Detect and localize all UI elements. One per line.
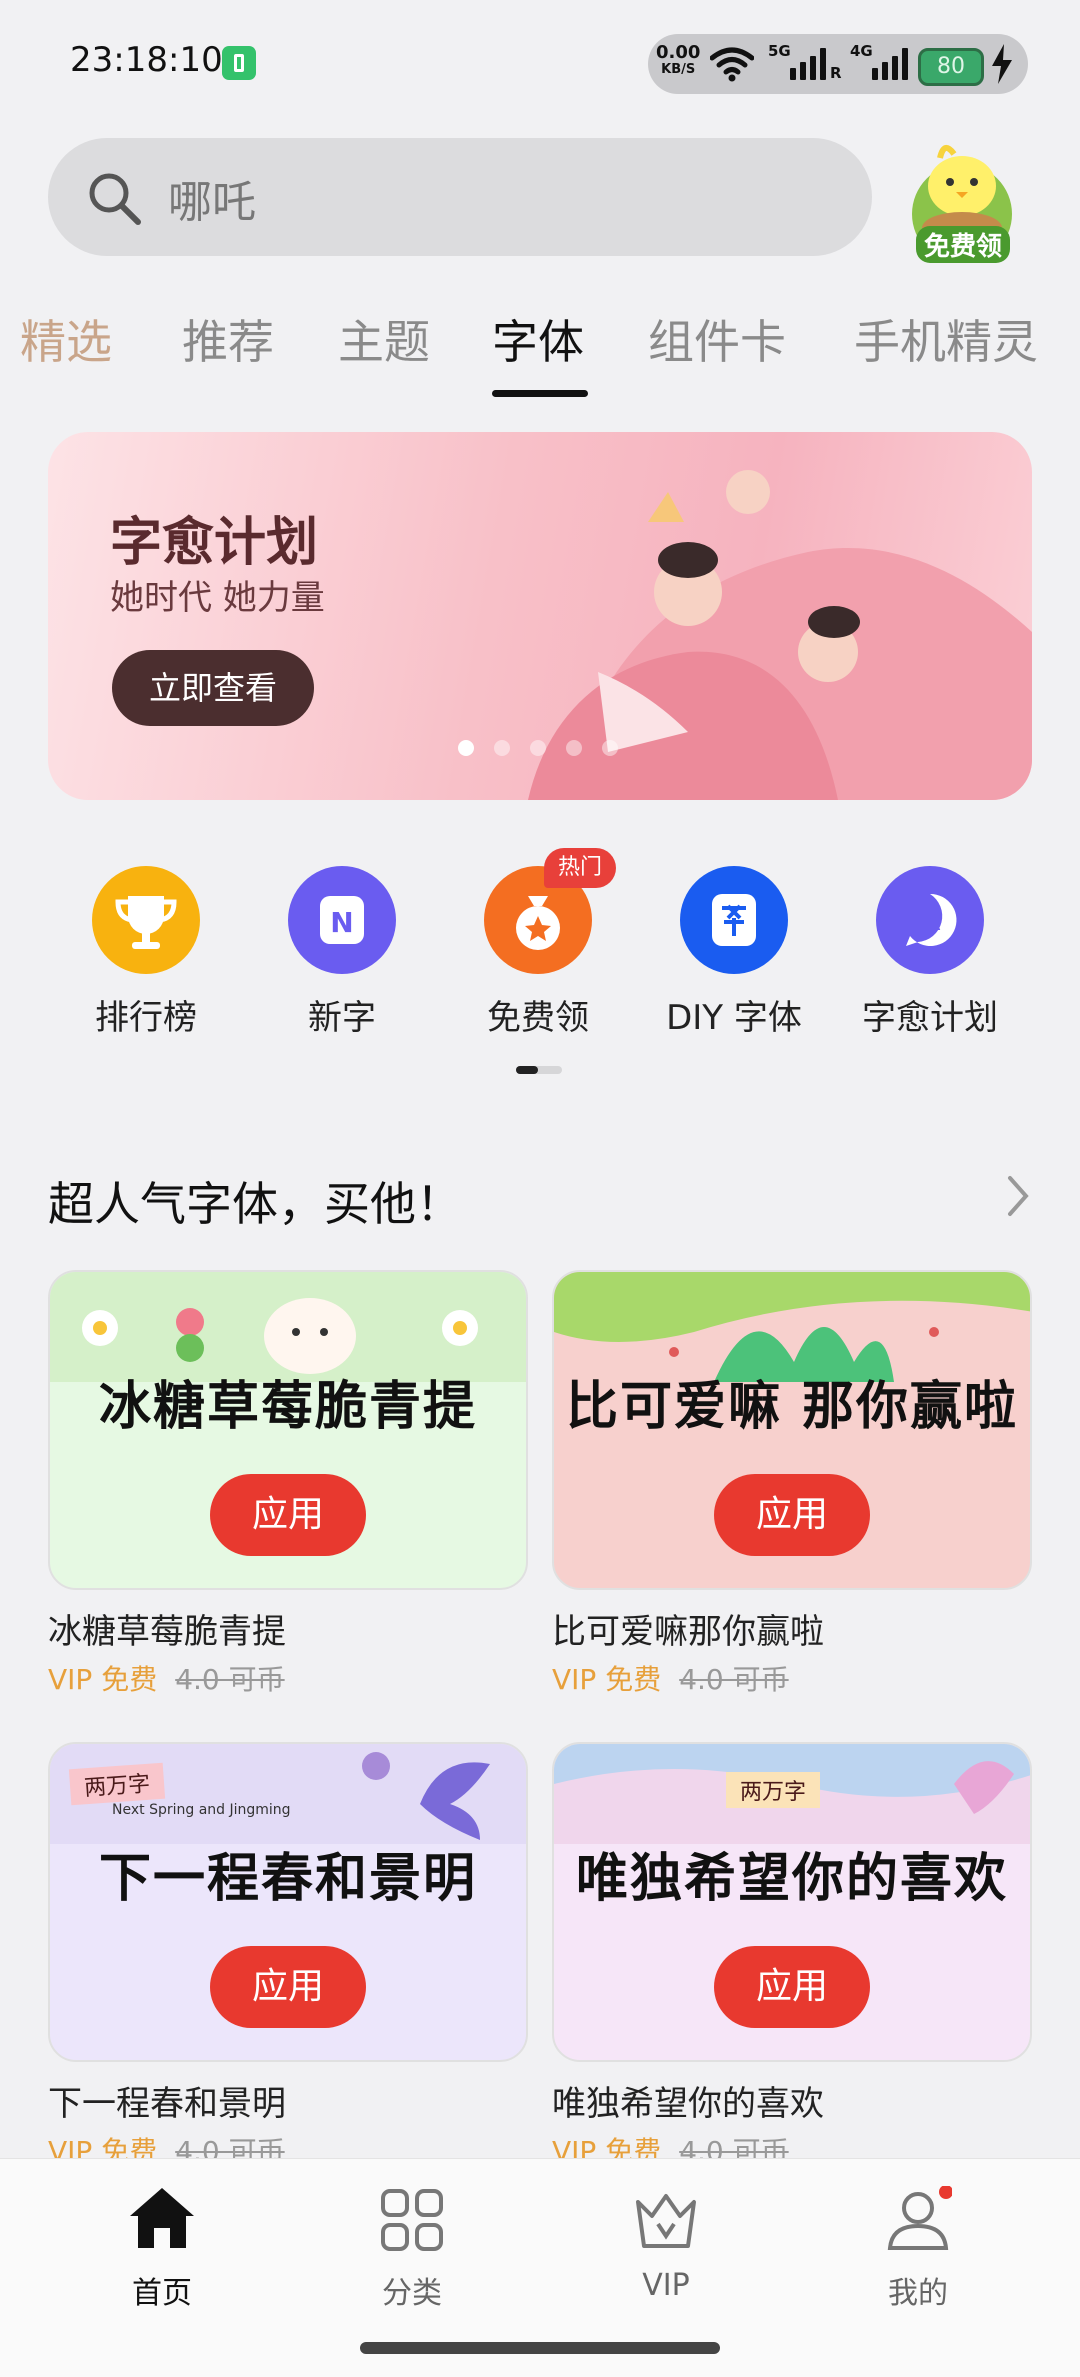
nav-category[interactable]: 分类 [342,2268,482,2312]
chevron-right-icon[interactable] [1004,1174,1032,1218]
apply-button[interactable]: 应用 [714,1946,870,2028]
svg-text:N: N [330,906,353,939]
roaming-label: R [830,64,842,82]
font-name: 下一程春和景明 [48,2084,286,2124]
banner-pagination [458,740,618,756]
card-headline: 冰糖草莓脆青提 [98,1377,477,1437]
tab-featured[interactable]: 精选 [20,306,112,372]
ranking-label: 排行榜 [95,998,197,1038]
grid-icon[interactable] [380,2188,444,2252]
search-icon [89,173,141,225]
healing-plan-label: 字愈计划 [862,998,998,1038]
charging-bolt-icon [992,44,1012,84]
home-icon[interactable] [128,2186,196,2250]
banner-title: 字愈计划 [110,513,319,573]
tab-widget-card[interactable]: 组件卡 [648,306,786,372]
svg-text:A: A [922,908,941,936]
price-line: VIP 免费 4.0 可币 [48,1658,285,1698]
free-claim-entry-label: 免费领 [487,998,589,1038]
signal-4g-icon [852,46,908,80]
trophy-icon [115,896,177,949]
card-headline: 下一程春和景明 [98,1849,477,1909]
healing-plan-entry[interactable]: A [876,866,984,974]
view-now-button[interactable]: 立即查看 [112,650,314,726]
tag-label: 两万字 [68,1762,166,1806]
tab-theme[interactable]: 主题 [338,306,430,372]
active-tab-indicator [492,390,588,397]
original-price: 4.0 可币 [175,1663,285,1696]
signal-5g-icon [770,46,826,80]
home-indicator[interactable] [360,2342,720,2354]
ranking-entry[interactable] [92,866,200,974]
wifi-icon [710,47,754,82]
font-name: 比可爱嘛那你赢啦 [552,1612,824,1652]
font-name: 冰糖草莓脆青提 [48,1612,286,1652]
original-price: 4.0 可币 [679,1663,789,1696]
vip-free-label: VIP 免费 [552,1663,662,1696]
apply-button[interactable]: 应用 [714,1474,870,1556]
vip-free-label: VIP 免费 [48,1663,158,1696]
diy-font-entry[interactable] [680,866,788,974]
apply-button[interactable]: 应用 [210,1946,366,2028]
crown-icon[interactable] [632,2188,700,2252]
diy-icon [712,894,756,946]
new-font-entry[interactable]: N [288,866,396,974]
apply-button[interactable]: 应用 [210,1474,366,1556]
new-font-icon: N [320,896,364,944]
battery-saver-icon [222,46,256,80]
font-name: 唯独希望你的喜欢 [552,2084,824,2124]
section-title: 超人气字体，买他！ [48,1177,462,1231]
chat-a-icon: A [906,893,957,946]
card-subtitle: Next Spring and Jingming [112,1802,291,1818]
card-headline: 唯独希望你的喜欢 [575,1849,1008,1909]
entries-page-indicator [516,1066,562,1074]
person-icon[interactable] [884,2186,952,2252]
tab-phone-sprite[interactable]: 手机精灵 [854,306,1038,372]
tab-recommend[interactable]: 推荐 [182,306,274,372]
search-input[interactable]: 哪吒 [168,166,256,230]
tag-label: 两万字 [726,1772,821,1808]
network-speed: 0.00 KB/S [656,42,701,78]
new-font-label: 新字 [308,998,376,1038]
banner-subtitle: 她时代 她力量 [110,578,325,618]
price-line: VIP 免费 4.0 可币 [552,1658,789,1698]
diy-font-label: DIY 字体 [666,998,802,1038]
hot-badge: 热门 [544,848,616,888]
card-headline: 比可爱嘛 那你赢啦 [565,1377,1019,1437]
status-time: 23:18:10 [70,40,223,80]
nav-home[interactable]: 首页 [92,2268,232,2312]
tab-font[interactable]: 字体 [492,306,584,372]
nav-vip[interactable]: VIP [596,2268,736,2303]
free-claim-label[interactable]: 免费领 [916,226,1011,263]
battery-level: 80 [918,48,984,86]
nav-mine[interactable]: 我的 [848,2268,988,2312]
